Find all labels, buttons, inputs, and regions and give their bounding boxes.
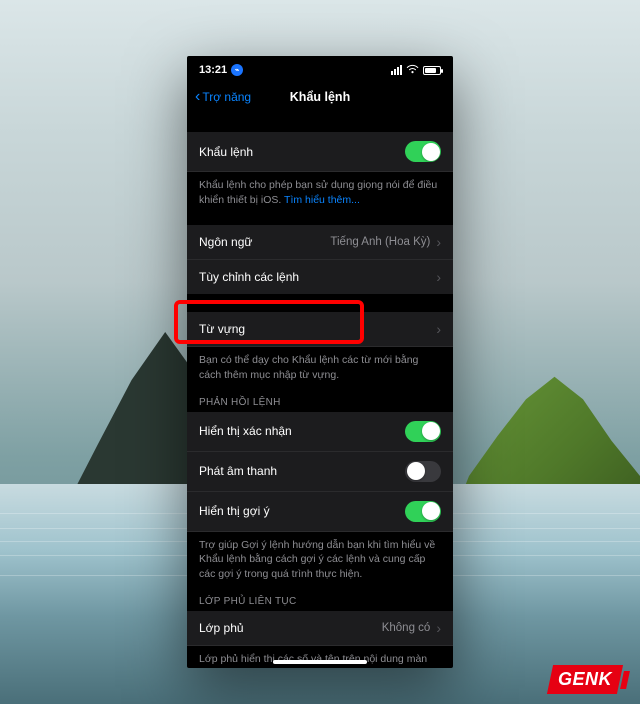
show-confirmation-label: Hiển thị xác nhận	[199, 424, 292, 438]
show-confirmation-row[interactable]: Hiển thị xác nhận	[187, 412, 453, 452]
home-indicator[interactable]	[273, 660, 367, 664]
hints-description: Trợ giúp Gợi ý lệnh hướng dẫn bạn khi tì…	[187, 532, 453, 582]
show-hints-label: Hiển thị gợi ý	[199, 504, 270, 518]
navigation-bar: ‹ Trợ năng Khẩu lệnh	[187, 80, 453, 114]
overlay-section-header: LỚP PHỦ LIÊN TỤC	[187, 582, 453, 611]
chevron-left-icon: ‹	[195, 89, 200, 105]
chevron-right-icon: ›	[436, 234, 441, 250]
voice-control-toggle[interactable]	[405, 141, 441, 162]
vocabulary-row[interactable]: Từ vựng ›	[187, 312, 453, 347]
settings-content: Khẩu lệnh Khẩu lệnh cho phép bạn sử dụng…	[187, 114, 453, 668]
phone-screen: 13:21 ⌁ ‹ Trợ năng Khẩu lệnh Khẩu lệnh K…	[187, 56, 453, 668]
feedback-section-header: PHẢN HỒI LỆNH	[187, 383, 453, 412]
status-bar: 13:21 ⌁	[187, 56, 453, 80]
play-sound-toggle[interactable]	[405, 461, 441, 482]
voice-control-toggle-row[interactable]: Khẩu lệnh	[187, 132, 453, 172]
show-hints-toggle[interactable]	[405, 501, 441, 522]
learn-more-link[interactable]: Tìm hiểu thêm...	[284, 194, 360, 206]
chevron-right-icon: ›	[436, 620, 441, 636]
overlay-label: Lớp phủ	[199, 621, 244, 635]
wifi-icon	[406, 64, 419, 77]
customize-commands-label: Tùy chỉnh các lệnh	[199, 270, 299, 284]
chevron-right-icon: ›	[436, 269, 441, 285]
back-button[interactable]: ‹ Trợ năng	[195, 89, 251, 105]
status-time: 13:21	[199, 64, 227, 76]
play-sound-label: Phát âm thanh	[199, 464, 277, 478]
language-value: Tiếng Anh (Hoa Kỳ)	[330, 236, 430, 248]
overlay-value: Không có	[382, 622, 431, 634]
back-label: Trợ năng	[202, 90, 251, 104]
vocabulary-label: Từ vựng	[199, 322, 245, 336]
bluetooth-icon: ⌁	[231, 64, 243, 76]
chevron-right-icon: ›	[436, 321, 441, 337]
show-hints-row[interactable]: Hiển thị gợi ý	[187, 492, 453, 532]
cellular-icon	[391, 65, 402, 75]
page-title: Khẩu lệnh	[290, 90, 350, 104]
language-row[interactable]: Ngôn ngữ Tiếng Anh (Hoa Kỳ) ›	[187, 225, 453, 260]
customize-commands-row[interactable]: Tùy chỉnh các lệnh ›	[187, 260, 453, 294]
language-label: Ngôn ngữ	[199, 235, 252, 249]
battery-icon	[423, 66, 441, 75]
vocabulary-description: Bạn có thể dạy cho Khẩu lệnh các từ mới …	[187, 347, 453, 382]
voice-control-label: Khẩu lệnh	[199, 145, 253, 159]
play-sound-row[interactable]: Phát âm thanh	[187, 452, 453, 492]
overlay-row[interactable]: Lớp phủ Không có ›	[187, 611, 453, 646]
show-confirmation-toggle[interactable]	[405, 421, 441, 442]
voice-control-description: Khẩu lệnh cho phép bạn sử dụng giọng nói…	[187, 172, 453, 207]
overlay-description: Lớp phủ hiển thị các số và tên trên nội …	[187, 646, 453, 668]
brand-logo: GENK	[550, 665, 628, 694]
